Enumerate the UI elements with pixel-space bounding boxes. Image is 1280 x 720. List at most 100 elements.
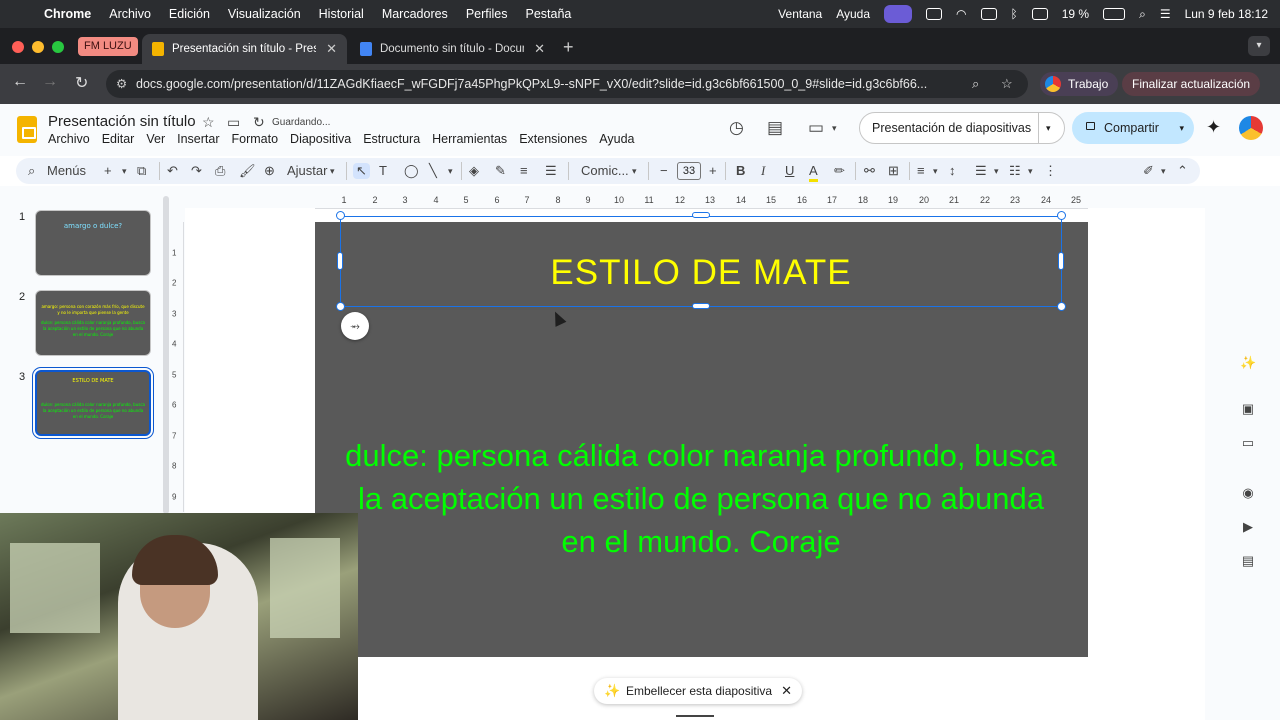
menu-insertar[interactable]: Insertar [177,132,219,146]
resize-handle[interactable] [1057,211,1066,220]
menu-estructura[interactable]: Estructura [363,132,420,146]
battery-icon[interactable] [1103,8,1126,20]
slide-thumbnail-2[interactable]: amargo: persona con corazón más frío, qu… [35,290,151,356]
display-icon[interactable] [926,8,943,20]
menus-search[interactable]: Menús [47,163,86,179]
reload-icon[interactable]: ↻ [75,73,88,93]
new-slide-icon[interactable]: + [104,163,112,179]
chevron-down-icon[interactable]: ▾ [632,163,637,179]
paint-format-icon[interactable]: 🖌 [239,163,256,179]
chevron-down-icon[interactable]: ▾ [1028,163,1033,179]
menu-ver[interactable]: Ver [146,132,165,146]
italic-icon[interactable]: I [761,163,765,179]
comments-icon[interactable]: ▤ [767,118,783,138]
update-button[interactable]: Finalizar actualización [1122,72,1261,96]
star-icon[interactable]: ☆ [202,114,215,131]
close-icon[interactable]: ✕ [326,41,337,57]
window-minimize-button[interactable] [32,41,44,53]
zoom-icon[interactable]: ⊕ [264,163,275,179]
search-icon[interactable]: ⌕ [28,163,35,179]
link-icon[interactable]: ⚯ [864,163,875,179]
screen-mirror-icon[interactable] [1031,8,1048,20]
folder-icon[interactable]: ▭ [1240,435,1256,451]
menu-ventana[interactable]: Ventana [778,7,822,21]
screen-record-icon[interactable] [884,5,913,23]
layout-icon[interactable]: ⧉ [137,163,146,179]
line-icon[interactable]: ╲ [429,163,437,179]
edit-mode-icon[interactable]: ✐ [1143,163,1154,179]
shape-icon[interactable]: ◯ [404,163,419,179]
slides-logo-icon[interactable] [17,116,37,143]
chevron-down-icon[interactable]: ▾ [330,163,335,179]
border-dash-icon[interactable]: ☰ [545,163,557,179]
slide-body-text[interactable]: dulce: persona cálida color naranja prof… [340,434,1062,563]
resize-handle[interactable] [336,211,345,220]
fill-color-icon[interactable]: ◈ [469,163,479,179]
menu-archivo[interactable]: Archivo [48,132,90,146]
decrease-font-icon[interactable]: − [660,163,668,179]
menu-marcadores[interactable]: Marcadores [382,7,448,21]
zoom-fit-select[interactable]: Ajustar [287,163,327,179]
forward-arrow-icon[interactable]: → [42,73,58,91]
menu-historial[interactable]: Historial [319,7,364,21]
slideshow-button[interactable]: Presentación de diapositivas ▾ [859,112,1065,144]
tab-search-chevron-icon[interactable]: ▾ [1248,36,1270,56]
menu-visualizacion[interactable]: Visualización [228,7,301,21]
resize-handle[interactable] [692,212,710,218]
back-arrow-icon[interactable]: ← [12,73,28,91]
chevron-down-icon[interactable]: ▾ [994,163,999,179]
autofit-icon[interactable]: ⥇ [341,312,369,340]
menu-extensiones[interactable]: Extensiones [519,132,587,146]
bluetooth-icon[interactable]: ᛒ [1011,7,1018,21]
text-box-icon[interactable]: T [379,163,387,179]
tab-group-label[interactable]: FM LUZU [78,37,138,56]
clock[interactable]: Lun 9 feb 18:12 [1185,7,1268,21]
tab-document[interactable]: Documento sin título - Docum ✕ [350,34,555,64]
numbered-list-icon[interactable]: ☷ [1009,163,1021,179]
menu-herramientas[interactable]: Herramientas [432,132,507,146]
sparkle-icon[interactable]: ✨ [1240,355,1256,371]
line-spacing-icon[interactable]: ↕ [949,163,956,179]
chevron-down-icon[interactable]: ▾ [832,123,837,134]
menu-editar[interactable]: Editar [102,132,135,146]
undo-icon[interactable]: ↶ [167,163,178,179]
menu-perfiles[interactable]: Perfiles [466,7,508,21]
border-color-icon[interactable]: ✎ [495,163,506,179]
increase-font-icon[interactable]: + [709,163,717,179]
record-icon[interactable]: ◉ [1240,485,1256,501]
slide-thumbnail-3[interactable]: ESTILO DE MATE dulce: persona cálida col… [32,367,154,439]
new-tab-icon[interactable]: + [563,37,574,58]
add-comment-icon[interactable]: ⊞ [888,163,899,179]
account-avatar[interactable] [1239,116,1263,140]
zoom-search-icon[interactable]: ⌕ [972,70,979,98]
underline-icon[interactable]: U [785,163,794,179]
sheets-icon[interactable]: ▤ [1240,553,1256,569]
filmstrip-scrollbar[interactable] [163,196,169,514]
menu-edicion[interactable]: Edición [169,7,210,21]
font-select[interactable]: Comic... [581,163,629,179]
menu-archivo[interactable]: Archivo [109,7,151,21]
move-folder-icon[interactable]: ▭ [227,114,240,131]
print-icon[interactable]: ⎙ [215,163,225,179]
chevron-down-icon[interactable]: ▾ [122,163,127,179]
menu-app-name[interactable]: Chrome [44,7,91,21]
resize-handle[interactable] [1058,252,1064,270]
address-bar[interactable]: ⚙ docs.google.com/presentation/d/11ZAGdK… [106,70,1028,98]
chevron-down-icon[interactable]: ▾ [933,163,938,179]
url-text[interactable]: docs.google.com/presentation/d/11ZAGdKfi… [136,77,927,91]
align-icon[interactable]: ≡ [917,163,925,179]
select-arrow-icon[interactable]: ↖ [353,163,370,179]
highlight-color-icon[interactable]: ✏ [834,163,845,179]
vertical-ruler[interactable]: 1 2 3 4 5 6 7 8 9 [170,222,184,512]
control-center-icon[interactable]: ☰ [1160,7,1171,21]
site-info-icon[interactable]: ⚙ [116,70,127,98]
meet-video-icon[interactable]: ▭ [808,118,824,138]
window-close-button[interactable] [12,41,24,53]
video-icon[interactable]: ▶ [1240,519,1256,535]
redo-icon[interactable]: ↷ [191,163,202,179]
selection-box[interactable] [340,216,1062,307]
document-title[interactable]: Presentación sin título [48,113,196,130]
profile-button[interactable]: Trabajo [1040,72,1119,96]
close-icon[interactable]: ✕ [534,41,545,57]
font-size-input[interactable]: 33 [677,162,701,180]
